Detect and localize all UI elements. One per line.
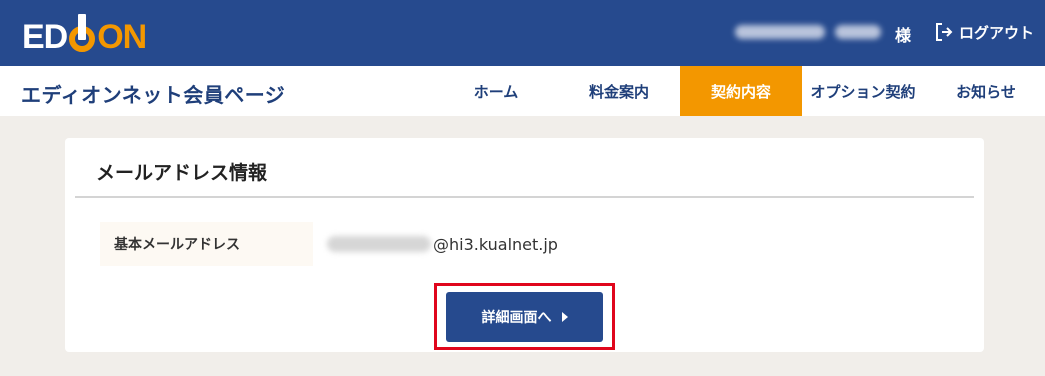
logo-text-on: ON (97, 18, 147, 56)
logout-label: ログアウト (959, 23, 1035, 42)
honorific-label: 様 (895, 26, 912, 45)
card-title: メールアドレス情報 (96, 162, 268, 184)
basic-email-label: 基本メールアドレス (100, 222, 313, 266)
nav-item-contract[interactable]: 契約内容 (680, 66, 802, 116)
nav-item-news[interactable]: お知らせ (935, 66, 1037, 116)
site-title[interactable]: エディオンネット会員ページ (21, 79, 285, 108)
email-info-card: メールアドレス情報 基本メールアドレス @hi3.kualnet.jp 詳細画面… (65, 138, 984, 352)
nav-item-options[interactable]: オプション契約 (802, 66, 924, 116)
email-user-redacted (327, 236, 431, 252)
logo-text-ed: ED (22, 18, 68, 56)
nav-item-pricing[interactable]: 料金案内 (570, 66, 668, 116)
nav-item-home[interactable]: ホーム (447, 66, 545, 116)
detail-button-label: 詳細画面へ (481, 310, 552, 326)
detail-screen-button[interactable]: 詳細画面へ (446, 292, 603, 342)
logout-button[interactable]: ログアウト (934, 20, 1034, 44)
main-nav: エディオンネット会員ページ ホーム 料金案内 契約内容 オプション契約 お知らせ (0, 66, 1045, 116)
caret-right-icon (561, 312, 568, 322)
divider (75, 196, 974, 198)
user-name-redacted (735, 22, 881, 42)
logout-icon (934, 22, 954, 42)
basic-email-value: @hi3.kualnet.jp (327, 232, 558, 256)
power-icon (68, 14, 96, 54)
top-header: ED ON 様 ログアウト (0, 0, 1045, 66)
edion-logo[interactable]: ED ON (22, 12, 147, 56)
email-domain: @hi3.kualnet.jp (433, 234, 558, 254)
